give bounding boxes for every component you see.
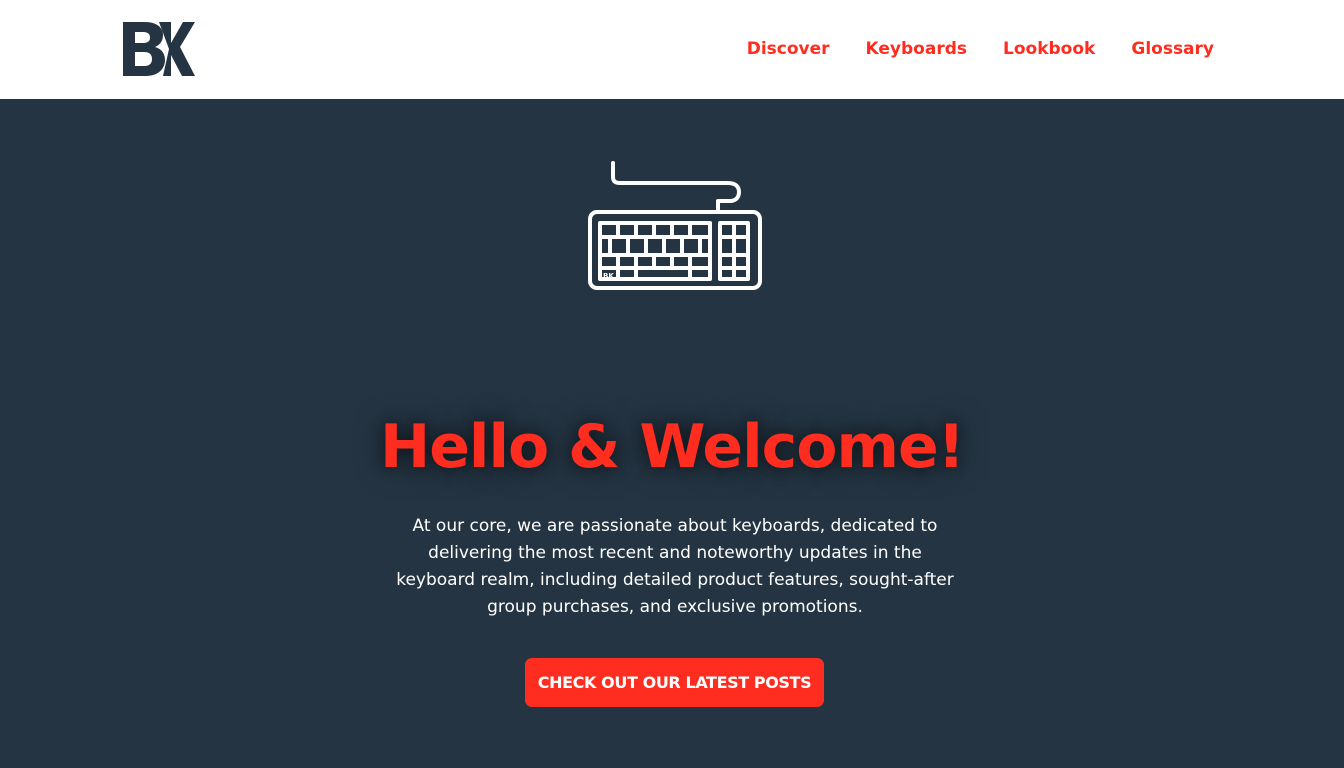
nav-keyboards[interactable]: Keyboards [866, 36, 967, 62]
latest-posts-button[interactable]: CHECK OUT OUR LATEST POSTS [525, 658, 824, 707]
bk-logo-icon [123, 22, 195, 76]
hero-section: BK Hello & Welcome! At our core, we are … [0, 99, 1344, 768]
nav-discover[interactable]: Discover [747, 36, 830, 62]
main-nav: Discover Keyboards Lookbook Glossary [747, 36, 1214, 62]
keyboard-badge-text: BK [603, 272, 614, 280]
site-header: Discover Keyboards Lookbook Glossary [0, 0, 1344, 99]
nav-glossary[interactable]: Glossary [1131, 36, 1214, 62]
keyboard-icon: BK [586, 159, 764, 291]
site-logo[interactable] [123, 22, 195, 76]
nav-lookbook[interactable]: Lookbook [1003, 36, 1095, 62]
hero-title: Hello & Welcome! [379, 412, 965, 483]
hero-description: At our core, we are passionate about key… [396, 516, 954, 617]
